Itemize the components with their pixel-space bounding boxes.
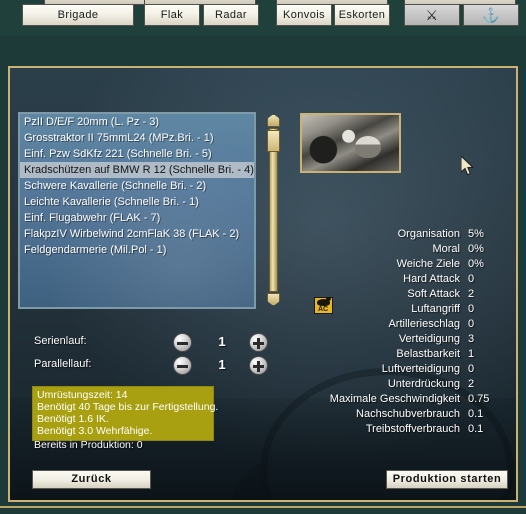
stat-value: 0 xyxy=(468,363,475,375)
stat-value: 0% xyxy=(468,258,484,270)
stat-value: 2 xyxy=(468,288,475,300)
stat-row: Belastbarkeit 1 xyxy=(266,348,506,363)
stat-value: 0 xyxy=(468,318,475,330)
anchor-icon[interactable]: ⚓ xyxy=(463,4,519,26)
stat-value: 3 xyxy=(468,333,475,345)
stat-row: Soft Attack 2 xyxy=(266,288,506,303)
serial-run-value: 1 xyxy=(218,334,226,349)
stat-row: Maximale Geschwindigkeit 0.75 xyxy=(266,393,506,408)
stat-label: Verteidigung xyxy=(398,333,460,345)
plus-icon-vertical xyxy=(257,337,260,349)
scrollbar-thumb[interactable] xyxy=(267,130,280,152)
stat-row: Organisation 5% xyxy=(266,228,506,243)
list-item[interactable]: FlakpzIV Wirbelwind 2cmFlaK 38 (FLAK - 2… xyxy=(20,226,254,242)
minus-icon xyxy=(177,364,188,368)
list-item-selected[interactable]: Kradschützen auf BMW R 12 (Schnelle Bri.… xyxy=(20,162,254,178)
tab-brigade[interactable]: Brigade xyxy=(22,4,134,26)
stat-label: Luftverteidigung xyxy=(381,363,460,375)
stat-value: 1 xyxy=(468,348,475,360)
list-item[interactable]: Leichte Kavallerie (Schnelle Bri. - 1) xyxy=(20,194,254,210)
stat-row: Unterdrückung 2 xyxy=(266,378,506,393)
requirements-box: Umrüstungszeit: 14 Benötigt 40 Tage bis … xyxy=(32,386,219,441)
requirement-line: Benötigt 3.0 Wehrfähige. xyxy=(37,425,153,437)
stat-row: Luftangriff 0 xyxy=(266,303,506,318)
serial-run-label: Serienlauf: xyxy=(34,335,87,347)
stat-value: 0.75 xyxy=(468,393,490,405)
top-tab-bar: Brigade Flak Radar Konvois Eskorten ⚔ ⚓ xyxy=(0,0,526,36)
stat-label: Weiche Ziele xyxy=(396,258,460,270)
stat-label: Unterdrückung xyxy=(387,378,460,390)
tab-group-icons: ⚔ ⚓ xyxy=(404,4,519,26)
stat-label: Moral xyxy=(432,243,460,255)
stat-label: Nachschubverbrauch xyxy=(356,408,460,420)
crossed-weapons-icon[interactable]: ⚔ xyxy=(404,4,460,26)
parallel-run-decrement-button[interactable] xyxy=(173,356,192,375)
stat-label: Treibstoffverbrauch xyxy=(365,423,460,435)
mouse-cursor xyxy=(460,154,474,176)
stat-row: Luftverteidigung 0 xyxy=(266,363,506,378)
stat-row: Hard Attack 0 xyxy=(266,273,506,288)
tab-konvois[interactable]: Konvois xyxy=(276,4,332,26)
parallel-run-increment-button[interactable] xyxy=(249,356,268,375)
badge-glyph-icon xyxy=(317,297,331,306)
bottom-strip xyxy=(0,508,526,514)
tab-eskorten[interactable]: Eskorten xyxy=(334,4,390,26)
already-in-production-text: Bereits in Produktion: 0 xyxy=(34,439,143,451)
stat-value: 5% xyxy=(468,228,484,240)
list-item[interactable]: Einf. Flugabwehr (FLAK - 7) xyxy=(20,210,254,226)
parallel-run-row: Parallellauf: 1 xyxy=(32,355,282,378)
list-item[interactable]: Grosstraktor II 75mmL24 (MPz.Bri. - 1) xyxy=(20,130,254,146)
unit-portrait xyxy=(300,113,401,173)
serial-run-increment-button[interactable] xyxy=(249,333,268,352)
tab-group-brigade: Brigade xyxy=(22,4,134,26)
minus-icon xyxy=(177,341,188,345)
parallel-run-label: Parallellauf: xyxy=(34,358,92,370)
list-item[interactable]: Einf. Pzw SdKfz 221 (Schnelle Bri. - 5) xyxy=(20,146,254,162)
stat-value: 0.1 xyxy=(468,408,484,420)
unit-stats-list: Organisation 5% Moral 0% Weiche Ziele 0%… xyxy=(266,228,506,438)
stat-value: 0% xyxy=(468,243,484,255)
plus-icon-vertical xyxy=(257,360,260,372)
requirement-line: Benötigt 1.6 IK. xyxy=(37,413,109,425)
stat-row: Nachschubverbrauch 0.1 xyxy=(266,408,506,423)
stat-label: Artillerieschlag xyxy=(388,318,460,330)
stat-value: 2 xyxy=(468,378,475,390)
unit-list[interactable]: PzII D/E/F 20mm (L. Pz - 3) Grosstraktor… xyxy=(18,112,256,309)
badge-text: AC xyxy=(318,306,329,313)
unit-photo-image xyxy=(302,115,399,171)
tab-group-naval-convoy: Konvois Eskorten xyxy=(276,4,390,26)
list-item[interactable]: PzII D/E/F 20mm (L. Pz - 3) xyxy=(20,114,254,130)
stat-row: Verteidigung 3 xyxy=(266,333,506,348)
scroll-up-arrow-icon[interactable] xyxy=(267,114,280,127)
stat-label: Organisation xyxy=(397,228,460,240)
tab-radar[interactable]: Radar xyxy=(203,4,259,26)
serial-run-row: Serienlauf: 1 xyxy=(32,332,282,355)
list-item[interactable]: Feldgendarmerie (Mil.Pol - 1) xyxy=(20,242,254,258)
run-controls: Serienlauf: 1 Parallellauf: 1 xyxy=(32,332,282,378)
list-item[interactable]: Schwere Kavallerie (Schnelle Bri. - 2) xyxy=(20,178,254,194)
back-button[interactable]: Zurück xyxy=(32,470,151,489)
stat-value: 0 xyxy=(468,273,475,285)
stat-label: Soft Attack xyxy=(407,288,460,300)
stat-row: Weiche Ziele 0% xyxy=(266,258,506,273)
stat-label: Belastbarkeit xyxy=(396,348,460,360)
start-production-button[interactable]: Produktion starten xyxy=(386,470,508,489)
requirement-line: Benötigt 40 Tage bis zur Fertigstellung. xyxy=(37,401,219,413)
stat-value: 0.1 xyxy=(468,423,484,435)
tab-flak[interactable]: Flak xyxy=(144,4,200,26)
requirement-line: Umrüstungszeit: 14 xyxy=(37,389,128,401)
stat-label: Luftangriff xyxy=(411,303,460,315)
stat-label: Hard Attack xyxy=(403,273,460,285)
serial-run-decrement-button[interactable] xyxy=(173,333,192,352)
production-panel: PzII D/E/F 20mm (L. Pz - 3) Grosstraktor… xyxy=(8,66,518,502)
stat-row: Moral 0% xyxy=(266,243,506,258)
stat-label: Maximale Geschwindigkeit xyxy=(329,393,460,405)
stat-value: 0 xyxy=(468,303,475,315)
parallel-run-value: 1 xyxy=(218,357,226,372)
stat-row: Artillerieschlag 0 xyxy=(266,318,506,333)
tab-group-air: Flak Radar xyxy=(144,4,259,26)
stat-row: Treibstoffverbrauch 0.1 xyxy=(266,423,506,438)
unit-type-badge-icon: AC xyxy=(314,297,333,314)
production-screen: Brigade Flak Radar Konvois Eskorten ⚔ ⚓ … xyxy=(0,0,526,514)
